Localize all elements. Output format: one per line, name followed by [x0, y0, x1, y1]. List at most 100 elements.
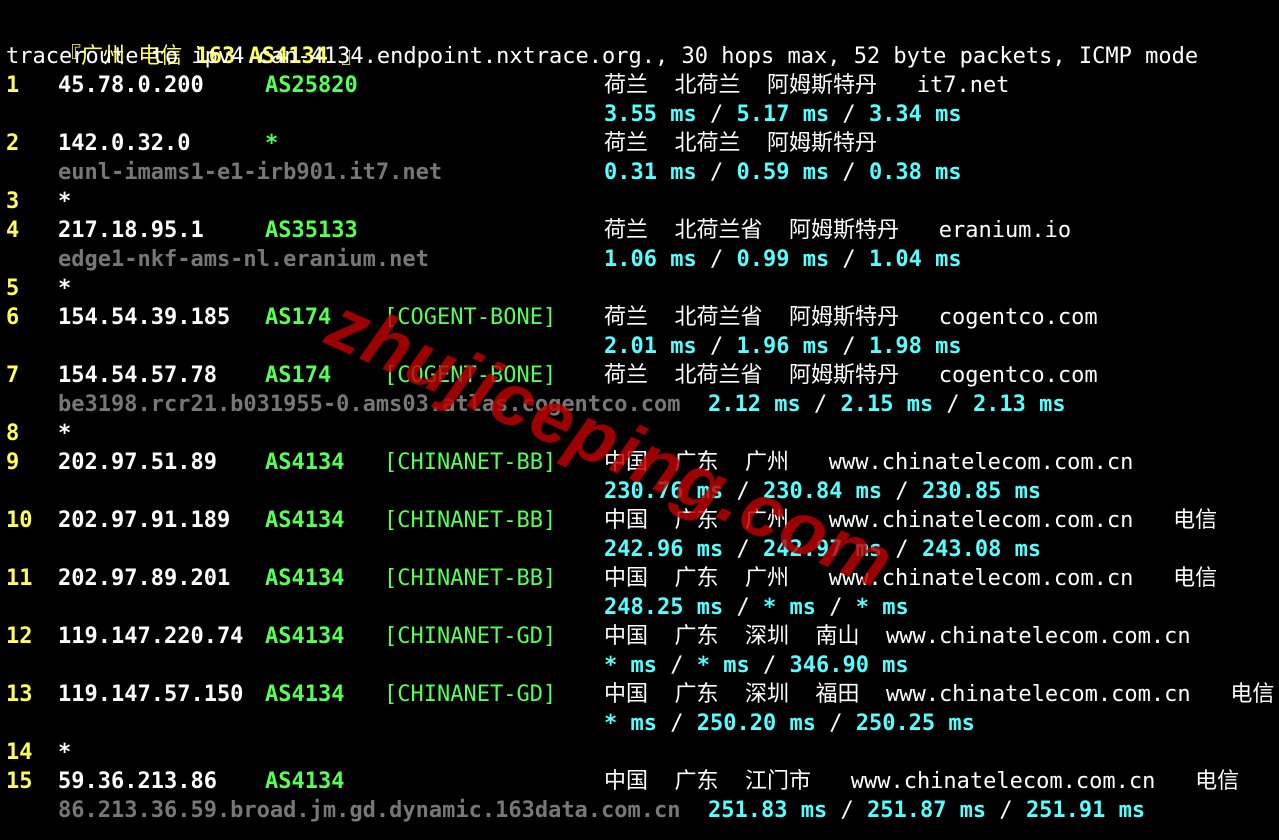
hop-geo: 荷兰 北荷兰省 阿姆斯特丹 cogentco.com [604, 305, 1098, 330]
hop-network-tag: [CHINANET-BB] [384, 566, 557, 591]
hop-ip: 154.54.57.78 [58, 363, 217, 388]
rtt-value: 243.08 ms [921, 537, 1042, 562]
hop-network-tag: [CHINANET-BB] [384, 450, 557, 475]
hop-asn: AS4134 [265, 450, 345, 475]
hop-ip: 154.54.39.185 [58, 305, 231, 330]
rtt-value: 3.34 ms [868, 102, 962, 127]
hop-ip: 59.36.213.86 [58, 769, 217, 794]
hop-asn: AS35133 [265, 218, 358, 243]
hop-detail-row: 3.55 ms / 5.17 ms / 3.34 ms [6, 100, 1276, 129]
rtt-value: 0.59 ms [736, 160, 830, 185]
hop-hostname: 86.213.36.59.broad.jm.gd.dynamic.163data… [58, 798, 681, 823]
hop-network-tag: [COGENT-BONE] [384, 363, 557, 388]
hop-row: 9 202.97.51.89 AS4134 [CHINANET-BB] 中国 广东 广州… [6, 448, 1276, 477]
rtt-value: * ms [604, 711, 657, 736]
hop-number: 12 [6, 624, 33, 649]
hop-rtt: 251.83 ms / 251.87 ms / 251.91 ms [708, 796, 1145, 825]
hop-geo: 中国 广东 深圳 福田 www.chinatelecom.com.cn 电信 [604, 682, 1275, 707]
hop-network-tag: [COGENT-BONE] [384, 305, 557, 330]
hop-geo: 中国 广东 广州 www.chinatelecom.com.cn [604, 450, 1134, 475]
hop-rtt: 3.55 ms / 5.17 ms / 3.34 ms [604, 100, 962, 129]
rtt-separator: / [723, 537, 763, 562]
rtt-value: 250.25 ms [855, 711, 975, 736]
hop-number: 3 [6, 189, 20, 214]
hop-network-tag: [CHINANET-BB] [384, 508, 557, 533]
hop-asn: AS4134 [265, 508, 345, 533]
rtt-value: 0.99 ms [736, 247, 830, 272]
hop-hostname: edge1-nkf-ams-nl.eranium.net [58, 247, 429, 272]
hop-detail-row: be3198.rcr21.b031955-0.ams03.atlas.cogen… [6, 390, 1276, 419]
hop-number: 10 [6, 508, 33, 533]
hop-number: 9 [6, 450, 20, 475]
hop-number: 2 [6, 131, 20, 156]
rtt-separator: / [986, 798, 1026, 823]
hop-rtt: 0.31 ms / 0.59 ms / 0.38 ms [604, 158, 962, 187]
hop-row: 6 154.54.39.185 AS174 [COGENT-BONE] 荷兰 北荷兰省 … [6, 303, 1276, 332]
rtt-separator: / [723, 595, 763, 620]
hop-timeout: * [58, 276, 72, 301]
hop-row: 2 142.0.32.0 * 荷兰 北荷兰 阿姆斯特丹 [6, 129, 1276, 158]
hop-detail-row: 248.25 ms / * ms / * ms [6, 593, 1276, 622]
hop-asn: AS4134 [265, 682, 345, 707]
rtt-value: * ms [855, 595, 909, 620]
rtt-value: 230.76 ms [604, 479, 724, 504]
rtt-value: 0.31 ms [604, 160, 697, 185]
hop-geo: 荷兰 北荷兰 阿姆斯特丹 it7.net [604, 73, 1010, 98]
rtt-separator: / [696, 247, 737, 272]
rtt-separator: / [696, 160, 737, 185]
hop-asn: AS4134 [265, 624, 345, 649]
rtt-value: 2.15 ms [840, 392, 934, 417]
hop-row: 5 * [6, 274, 1276, 303]
traceroute-command: traceroute to ipv4.can-4134.endpoint.nxt… [6, 44, 1199, 69]
rtt-value: 2.13 ms [972, 392, 1066, 417]
rtt-value: * ms [604, 653, 657, 678]
rtt-separator: / [829, 247, 869, 272]
hop-number: 13 [6, 682, 33, 707]
hop-number: 14 [6, 740, 33, 765]
hop-row: 11 202.97.89.201 AS4134 [CHINANET-BB] 中国 广东 … [6, 564, 1276, 593]
hop-number: 4 [6, 218, 20, 243]
hop-number: 15 [6, 769, 33, 794]
hop-geo: 荷兰 北荷兰省 阿姆斯特丹 eranium.io [604, 218, 1072, 243]
rtt-value: 2.01 ms [604, 334, 697, 359]
hop-asn: AS174 [265, 305, 332, 330]
hop-rtt: 2.01 ms / 1.96 ms / 1.98 ms [604, 332, 962, 361]
hop-row: 3 * [6, 187, 1276, 216]
hop-timeout: * [58, 189, 72, 214]
hop-number: 1 [6, 73, 20, 98]
hop-geo: 中国 广东 广州 www.chinatelecom.com.cn 电信 [604, 508, 1218, 533]
hop-number: 11 [6, 566, 33, 591]
rtt-separator: / [933, 392, 973, 417]
hop-geo: 荷兰 北荷兰 阿姆斯特丹 [604, 131, 877, 156]
hop-network-tag: [CHINANET-GD] [384, 682, 557, 707]
rtt-value: 230.84 ms [762, 479, 883, 504]
hop-rtt: * ms / 250.20 ms / 250.25 ms [604, 709, 975, 738]
hop-hostname: eunl-imams1-e1-irb901.it7.net [58, 160, 443, 185]
rtt-separator: / [882, 537, 922, 562]
rtt-value: 1.04 ms [868, 247, 962, 272]
hop-asn: AS4134 [265, 769, 345, 794]
hop-detail-row: * ms / * ms / 346.90 ms [6, 651, 1276, 680]
rtt-value: 250.20 ms [696, 711, 816, 736]
hop-detail-row: 242.96 ms / 242.97 ms / 243.08 ms [6, 535, 1276, 564]
rtt-separator: / [829, 102, 869, 127]
rtt-separator: / [696, 334, 737, 359]
hop-detail-row: 86.213.36.59.broad.jm.gd.dynamic.163data… [6, 796, 1276, 825]
hop-row: 7 154.54.57.78 AS174 [COGENT-BONE] 荷兰 北荷兰省 阿… [6, 361, 1276, 390]
hop-timeout: * [58, 421, 72, 446]
hop-network-tag: [CHINANET-GD] [384, 624, 557, 649]
hop-row: 4 217.18.95.1 AS35133 荷兰 北荷兰省 阿姆斯特丹 eranium… [6, 216, 1276, 245]
rtt-value: 3.55 ms [604, 102, 697, 127]
rtt-value: 230.85 ms [921, 479, 1042, 504]
hop-detail-row: 2.01 ms / 1.96 ms / 1.98 ms [6, 332, 1276, 361]
rtt-value: 5.17 ms [736, 102, 830, 127]
rtt-separator: / [723, 479, 763, 504]
hop-rtt: 242.96 ms / 242.97 ms / 243.08 ms [604, 535, 1041, 564]
hop-ip: 119.147.220.74 [58, 624, 244, 649]
hop-number: 8 [6, 421, 20, 446]
hop-detail-row: edge1-nkf-ams-nl.eranium.net 1.06 ms / 0.… [6, 245, 1276, 274]
hop-row: 1 45.78.0.200 AS25820 荷兰 北荷兰 阿姆斯特丹 it7.net [6, 71, 1276, 100]
hop-geo: 中国 广东 深圳 南山 www.chinatelecom.com.cn [604, 624, 1191, 649]
hop-rtt: 2.12 ms / 2.15 ms / 2.13 ms [708, 390, 1066, 419]
rtt-value: 0.38 ms [868, 160, 962, 185]
